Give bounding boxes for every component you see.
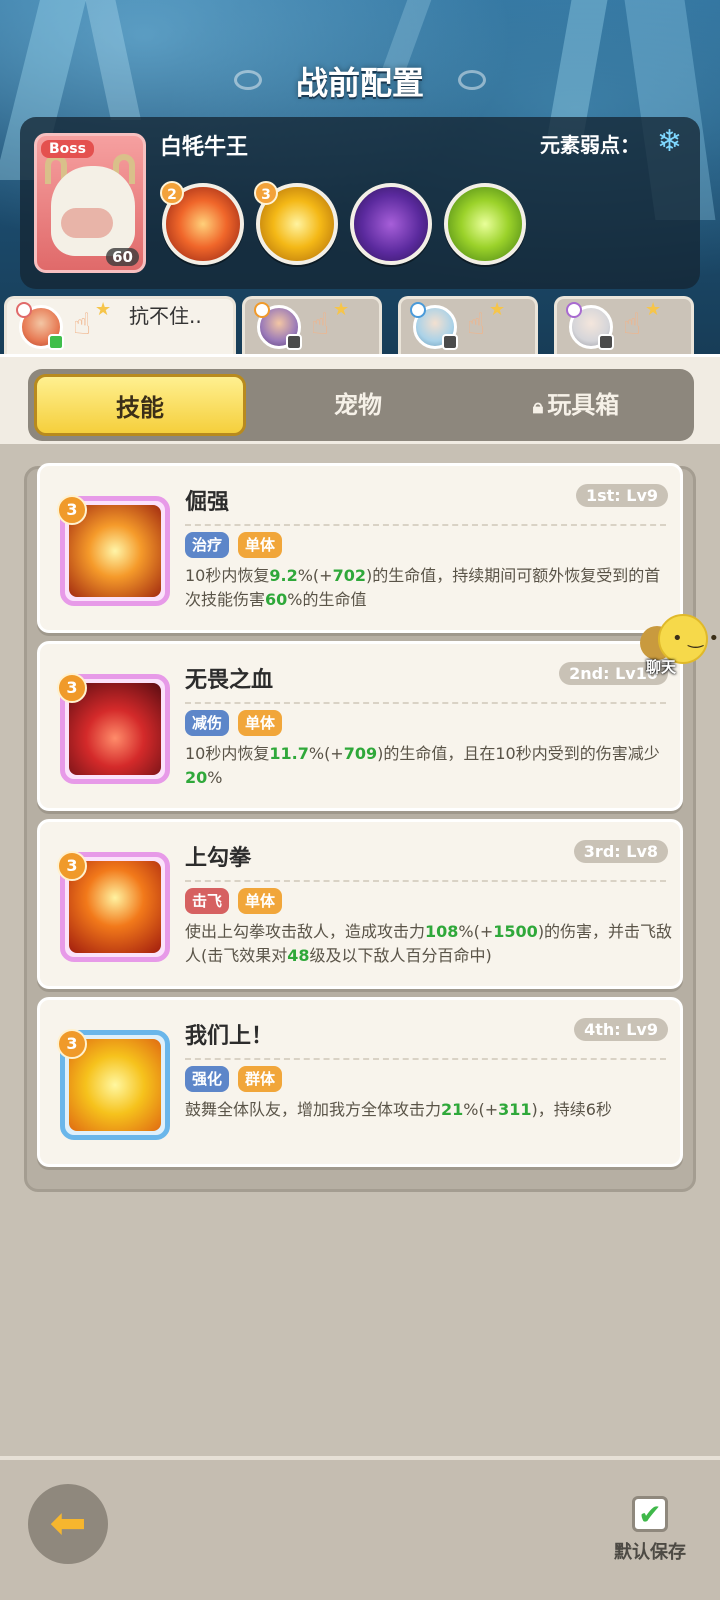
pointing-hand-icon: ☝ [311, 307, 330, 342]
tab-toybox[interactable]: 🔒︎ 玩具箱 [470, 374, 682, 436]
skill-slot-level: 1st: Lv9 [575, 484, 668, 507]
online-status-icon [48, 334, 64, 350]
back-button[interactable]: ⬅ [28, 1484, 108, 1564]
class-icon [254, 302, 270, 318]
divider [185, 1058, 666, 1060]
pointing-hand-icon: ☝ [623, 307, 642, 342]
boss-info-panel: Boss 60 白牦牛王 元素弱点： ❄ 2 3 [20, 117, 700, 289]
pointing-hand-icon: ☝ [73, 307, 92, 342]
skill-card[interactable]: 3 我们上！ 4th: Lv9 强化 群体 鼓舞全体队友，增加我方全体攻击力21… [37, 997, 683, 1167]
bottom-bar: ⬅ ✔ 默认保存 [0, 1456, 720, 1600]
chat-button[interactable]: • ‿ • 聊天 [640, 614, 720, 684]
default-save-checkbox[interactable]: ✔ [632, 1496, 668, 1532]
boss-level: 60 [106, 248, 139, 266]
skill-tag: 单体 [238, 710, 283, 736]
category-tab-area: 技能 宠物 🔒︎ 玩具箱 [0, 354, 720, 444]
class-icon [410, 302, 426, 318]
page-title: 战前配置 [295, 64, 424, 102]
boss-name: 白牦牛王 [160, 135, 249, 160]
skill-tag: 强化 [185, 1066, 230, 1092]
boss-skill-golden-swirl-icon[interactable]: 3 [254, 181, 338, 265]
tab-pet[interactable]: 宠物 [252, 374, 464, 436]
pointing-hand-icon: ☝ [467, 307, 486, 342]
team-member-tab-3[interactable]: ☝ ★ [398, 296, 538, 354]
skill-level-badge: 3 [254, 181, 278, 205]
skill-tag: 治疗 [185, 532, 230, 558]
offline-status-icon [598, 334, 614, 350]
default-save-label[interactable]: 默认保存 [614, 1538, 686, 1564]
skill-slot-level: 4th: Lv9 [574, 1018, 668, 1041]
skill-list: 3 倔强 1st: Lv9 治疗 单体 10秒内恢复9.2%(+702)的生命值… [24, 463, 696, 1192]
skill-card[interactable]: 3 无畏之血 2nd: Lv10 减伤 单体 10秒内恢复11.7%(+709)… [37, 641, 683, 811]
category-tab-bar: 技能 宠物 🔒︎ 玩具箱 [28, 369, 694, 441]
divider [185, 880, 666, 882]
tab-toybox-label: 玩具箱 [547, 391, 620, 419]
heart-class-icon [16, 302, 32, 318]
class-icon [566, 302, 582, 318]
chat-label: 聊天 [646, 658, 677, 676]
star-icon: ★ [489, 299, 506, 320]
back-arrow-icon: ⬅ [49, 1498, 87, 1549]
skill-description: 10秒内恢复11.7%(+709)的生命值，且在10秒内受到的伤害减少20% [185, 744, 660, 787]
star-icon: ★ [95, 299, 112, 320]
skill-icon-stubborn: 3 [57, 495, 170, 606]
skill-level-badge: 2 [160, 181, 184, 205]
checkmark-icon: ✔ [638, 1498, 662, 1531]
skill-tag: 群体 [238, 1066, 283, 1092]
star-icon: ★ [333, 299, 350, 320]
divider [185, 524, 666, 526]
flame-level-badge: 3 [57, 1029, 87, 1059]
skill-name: 无畏之血 [185, 668, 274, 693]
hero-avatar [566, 302, 614, 350]
skill-icon-uppercut: 3 [57, 851, 170, 962]
smile-icon: • ‿ • [672, 628, 720, 649]
skill-card[interactable]: 3 上勾拳 3rd: Lv8 击飞 单体 使出上勾拳攻击敌人，造成攻击力108%… [37, 819, 683, 989]
skill-description: 鼓舞全体队友，增加我方全体攻击力21%(+311)，持续6秒 [185, 1100, 612, 1119]
boss-portrait[interactable]: Boss 60 [34, 133, 146, 273]
snowflake-icon: ❄ [656, 124, 682, 159]
offline-status-icon [442, 334, 458, 350]
star-icon: ★ [645, 299, 662, 320]
tab-skill[interactable]: 技能 [34, 374, 246, 436]
skill-card[interactable]: 3 倔强 1st: Lv9 治疗 单体 10秒内恢复9.2%(+702)的生命值… [37, 463, 683, 633]
skill-description: 10秒内恢复9.2%(+702)的生命值，持续期间可额外恢复受到的首次技能伤害6… [185, 566, 661, 609]
skill-tag: 减伤 [185, 710, 230, 736]
offline-status-icon [286, 334, 302, 350]
boss-badge: Boss [41, 140, 94, 158]
team-member-message: 抗不住.. [129, 304, 202, 328]
skill-name: 倔强 [185, 490, 230, 515]
team-member-tab-2[interactable]: ☝ ★ [242, 296, 382, 354]
boss-skill-green-monster-icon[interactable] [444, 183, 526, 265]
skill-tag: 单体 [238, 532, 283, 558]
divider [185, 702, 666, 704]
skill-icon-fearless-blood: 3 [57, 673, 170, 784]
element-weakness-label: 元素弱点： [540, 133, 640, 157]
team-member-tab-1[interactable]: ☝ ★ 抗不住.. [4, 296, 236, 354]
skill-name: 上勾拳 [185, 846, 252, 871]
flame-level-badge: 3 [57, 851, 87, 881]
skill-icon-charge: 3 [57, 1029, 170, 1140]
skill-description: 使出上勾拳攻击敌人，造成攻击力108%(+1500)的伤害，并击飞敌人(击飞效果… [185, 922, 673, 965]
hero-avatar [16, 302, 64, 350]
lock-icon: 🔒︎ [532, 394, 544, 418]
team-member-tab-4[interactable]: ☝ ★ [554, 296, 694, 354]
skill-name: 我们上！ [185, 1024, 274, 1049]
yak-face [61, 208, 113, 238]
boss-skill-purple-monster-icon[interactable] [350, 183, 432, 265]
skill-tag: 单体 [238, 888, 283, 914]
skill-tag: 击飞 [185, 888, 230, 914]
hero-avatar [410, 302, 458, 350]
flame-level-badge: 3 [57, 495, 87, 525]
skill-slot-level: 3rd: Lv8 [573, 840, 668, 863]
hero-avatar [254, 302, 302, 350]
flame-level-badge: 3 [57, 673, 87, 703]
boss-skill-fire-phoenix-icon[interactable]: 2 [160, 181, 244, 265]
